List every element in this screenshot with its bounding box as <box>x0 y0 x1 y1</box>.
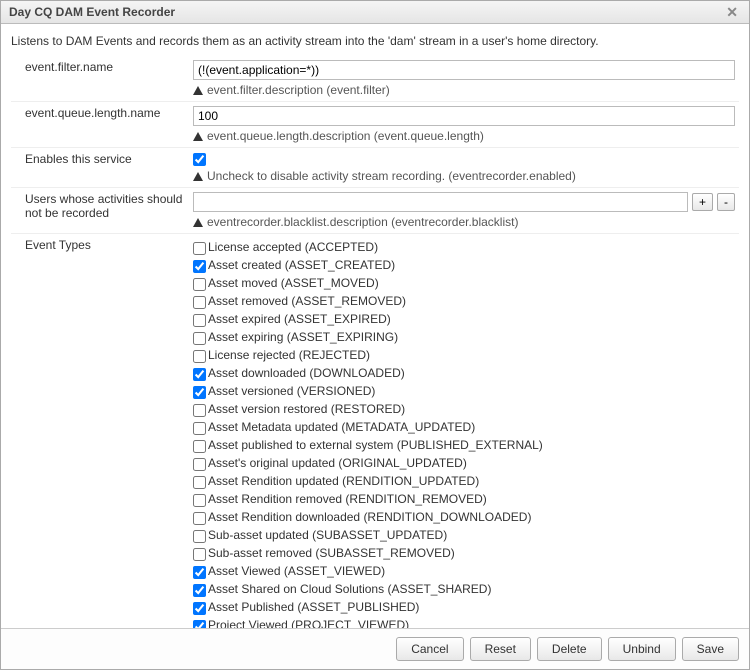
warning-icon <box>193 132 203 141</box>
event-type-label: Asset Viewed (ASSET_VIEWED) <box>208 564 385 578</box>
event-types-label: Event Types <box>11 234 189 628</box>
event-type-label: Asset Metadata updated (METADATA_UPDATED… <box>208 420 475 434</box>
event-type-option[interactable]: Asset Shared on Cloud Solutions (ASSET_S… <box>193 580 735 598</box>
event-type-label: License rejected (REJECTED) <box>208 348 370 362</box>
event-type-option[interactable]: Asset Rendition updated (RENDITION_UPDAT… <box>193 472 735 490</box>
event-type-checkbox[interactable] <box>193 494 206 507</box>
event-type-checkbox[interactable] <box>193 512 206 525</box>
event-type-label: Asset Rendition downloaded (RENDITION_DO… <box>208 510 531 524</box>
event-type-checkbox[interactable] <box>193 602 206 615</box>
event-type-option[interactable]: Asset Published (ASSET_PUBLISHED) <box>193 598 735 616</box>
event-type-option[interactable]: Asset versioned (VERSIONED) <box>193 382 735 400</box>
event-type-option[interactable]: Asset published to external system (PUBL… <box>193 436 735 454</box>
event-type-option[interactable]: Sub-asset removed (SUBASSET_REMOVED) <box>193 544 735 562</box>
event-type-checkbox[interactable] <box>193 422 206 435</box>
event-type-option[interactable]: Asset created (ASSET_CREATED) <box>193 256 735 274</box>
event-type-checkbox[interactable] <box>193 314 206 327</box>
dialog-title: Day CQ DAM Event Recorder <box>9 5 175 19</box>
event-type-label: Asset published to external system (PUBL… <box>208 438 543 452</box>
warning-icon <box>193 218 203 227</box>
event-type-option[interactable]: Asset Metadata updated (METADATA_UPDATED… <box>193 418 735 436</box>
event-type-label: Project Viewed (PROJECT_VIEWED) <box>208 618 409 628</box>
config-form: event.filter.name event.filter.descripti… <box>11 56 739 628</box>
event-type-checkbox[interactable] <box>193 278 206 291</box>
event-type-label: Asset removed (ASSET_REMOVED) <box>208 294 406 308</box>
event-type-option[interactable]: Asset Rendition removed (RENDITION_REMOV… <box>193 490 735 508</box>
queue-length-input[interactable] <box>193 106 735 126</box>
blacklist-add-button[interactable]: + <box>692 193 713 211</box>
event-type-label: Asset created (ASSET_CREATED) <box>208 258 395 272</box>
enabled-hint: Uncheck to disable activity stream recor… <box>193 169 735 183</box>
event-type-checkbox[interactable] <box>193 242 206 255</box>
unbind-button[interactable]: Unbind <box>608 637 676 661</box>
event-type-option[interactable]: Asset moved (ASSET_MOVED) <box>193 274 735 292</box>
event-type-checkbox[interactable] <box>193 260 206 273</box>
event-type-checkbox[interactable] <box>193 404 206 417</box>
titlebar: Day CQ DAM Event Recorder ✕ <box>1 1 749 24</box>
dialog-description: Listens to DAM Events and records them a… <box>11 34 739 48</box>
blacklist-input[interactable] <box>193 192 688 212</box>
event-type-label: Asset Shared on Cloud Solutions (ASSET_S… <box>208 582 491 596</box>
event-type-checkbox[interactable] <box>193 332 206 345</box>
event-type-option[interactable]: Asset downloaded (DOWNLOADED) <box>193 364 735 382</box>
dialog-content: Listens to DAM Events and records them a… <box>1 24 749 628</box>
queue-length-hint: event.queue.length.description (event.qu… <box>193 129 735 143</box>
save-button[interactable]: Save <box>682 637 739 661</box>
warning-icon <box>193 172 203 181</box>
event-type-option[interactable]: Asset version restored (RESTORED) <box>193 400 735 418</box>
event-type-label: Asset version restored (RESTORED) <box>208 402 405 416</box>
cancel-button[interactable]: Cancel <box>396 637 463 661</box>
event-type-label: Asset expired (ASSET_EXPIRED) <box>208 312 391 326</box>
event-type-label: Asset expiring (ASSET_EXPIRING) <box>208 330 398 344</box>
event-type-checkbox[interactable] <box>193 296 206 309</box>
event-type-label: Asset Rendition updated (RENDITION_UPDAT… <box>208 474 479 488</box>
filter-name-label: event.filter.name <box>11 56 189 102</box>
enabled-checkbox[interactable] <box>193 153 206 166</box>
event-type-checkbox[interactable] <box>193 440 206 453</box>
event-type-label: Asset Published (ASSET_PUBLISHED) <box>208 600 419 614</box>
event-type-checkbox[interactable] <box>193 350 206 363</box>
dialog: Day CQ DAM Event Recorder ✕ Listens to D… <box>0 0 750 670</box>
blacklist-remove-button[interactable]: - <box>717 193 735 211</box>
event-type-checkbox[interactable] <box>193 476 206 489</box>
event-type-checkbox[interactable] <box>193 566 206 579</box>
event-type-checkbox[interactable] <box>193 458 206 471</box>
event-type-checkbox[interactable] <box>193 620 206 628</box>
event-type-option[interactable]: Asset's original updated (ORIGINAL_UPDAT… <box>193 454 735 472</box>
warning-icon <box>193 86 203 95</box>
event-type-label: Asset downloaded (DOWNLOADED) <box>208 366 405 380</box>
event-type-option[interactable]: Asset removed (ASSET_REMOVED) <box>193 292 735 310</box>
event-type-label: Asset Rendition removed (RENDITION_REMOV… <box>208 492 487 506</box>
queue-length-label: event.queue.length.name <box>11 102 189 148</box>
delete-button[interactable]: Delete <box>537 637 602 661</box>
reset-button[interactable]: Reset <box>470 637 531 661</box>
event-type-label: Asset versioned (VERSIONED) <box>208 384 375 398</box>
event-type-option[interactable]: License rejected (REJECTED) <box>193 346 735 364</box>
event-type-checkbox[interactable] <box>193 368 206 381</box>
event-type-option[interactable]: Asset Rendition downloaded (RENDITION_DO… <box>193 508 735 526</box>
event-type-label: Sub-asset removed (SUBASSET_REMOVED) <box>208 546 455 560</box>
close-icon[interactable]: ✕ <box>723 5 741 19</box>
filter-name-input[interactable] <box>193 60 735 80</box>
event-type-option[interactable]: Sub-asset updated (SUBASSET_UPDATED) <box>193 526 735 544</box>
event-types-list: License accepted (ACCEPTED) Asset created… <box>193 238 735 628</box>
event-type-option[interactable]: Asset Viewed (ASSET_VIEWED) <box>193 562 735 580</box>
event-type-checkbox[interactable] <box>193 584 206 597</box>
event-type-label: Asset moved (ASSET_MOVED) <box>208 276 379 290</box>
blacklist-label: Users whose activities should not be rec… <box>11 188 189 234</box>
event-type-checkbox[interactable] <box>193 530 206 543</box>
event-type-checkbox[interactable] <box>193 386 206 399</box>
event-type-option[interactable]: Asset expired (ASSET_EXPIRED) <box>193 310 735 328</box>
event-type-label: Sub-asset updated (SUBASSET_UPDATED) <box>208 528 447 542</box>
filter-name-hint: event.filter.description (event.filter) <box>193 83 735 97</box>
blacklist-hint: eventrecorder.blacklist.description (eve… <box>193 215 735 229</box>
enabled-label: Enables this service <box>11 148 189 188</box>
event-type-option[interactable]: License accepted (ACCEPTED) <box>193 238 735 256</box>
event-type-option[interactable]: Asset expiring (ASSET_EXPIRING) <box>193 328 735 346</box>
event-type-label: License accepted (ACCEPTED) <box>208 240 378 254</box>
event-type-option[interactable]: Project Viewed (PROJECT_VIEWED) <box>193 616 735 628</box>
dialog-footer: Cancel Reset Delete Unbind Save <box>1 628 749 669</box>
event-type-label: Asset's original updated (ORIGINAL_UPDAT… <box>208 456 467 470</box>
event-type-checkbox[interactable] <box>193 548 206 561</box>
